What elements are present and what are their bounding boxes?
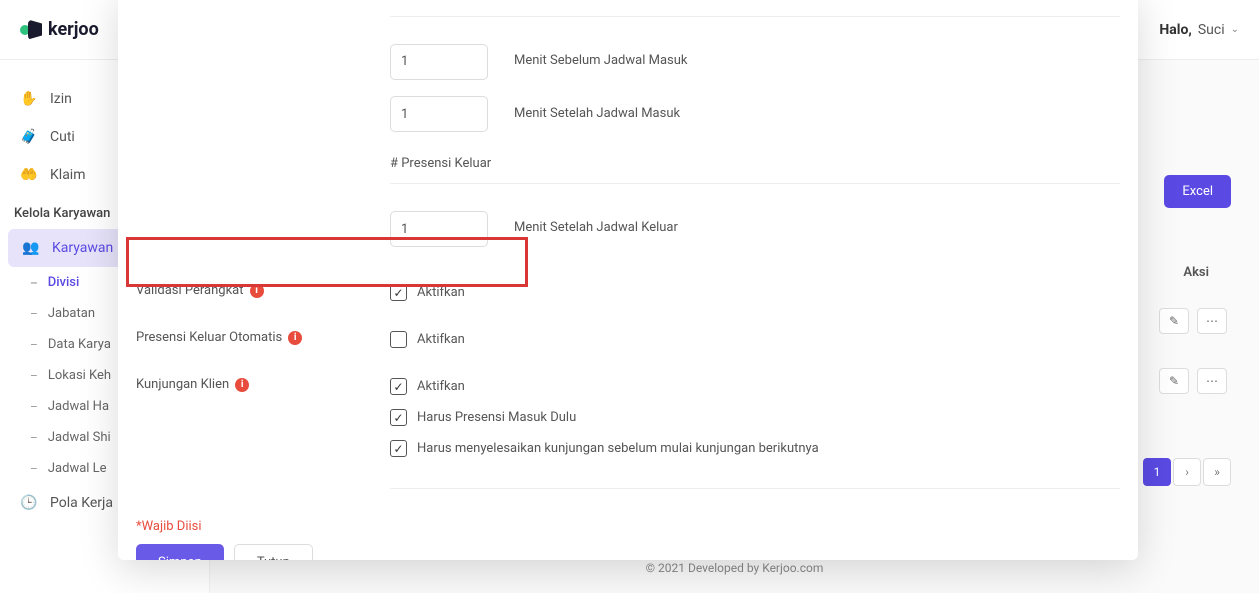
edit-button[interactable]: ✎ [1159, 368, 1189, 394]
presensi-otomatis-aktifkan-label: Aktifkan [417, 332, 465, 347]
pencil-icon: ✎ [1169, 374, 1179, 388]
info-icon: i [288, 331, 302, 345]
briefcase-icon: 🧳 [20, 128, 38, 146]
save-button[interactable]: Simpan [136, 544, 224, 560]
presensi-otomatis-checkbox[interactable] [390, 331, 407, 348]
kunjungan-klien-label: Kunjungan Klien [136, 377, 229, 392]
sidebar-item-label: Karyawan [52, 240, 113, 256]
kunjungan-presensi-dulu-label: Harus Presensi Masuk Dulu [417, 410, 576, 425]
kunjungan-presensi-dulu-checkbox[interactable] [390, 409, 407, 426]
before-masuk-label: Menit Sebelum Jadwal Masuk [514, 43, 688, 79]
table-header-aksi: Aksi [1183, 265, 1209, 280]
hand-coin-icon: 🤲 [20, 166, 38, 184]
kunjungan-selesaikan-label: Harus menyelesaikan kunjungan sebelum mu… [417, 441, 819, 456]
validasi-aktifkan-checkbox[interactable] [390, 284, 407, 301]
greeting-label: Halo, [1159, 22, 1191, 38]
sidebar-sub-label: Lokasi Keh [48, 368, 111, 383]
sidebar-sub-label: Data Karya [48, 337, 111, 352]
kunjungan-aktifkan-checkbox[interactable] [390, 378, 407, 395]
brand-text: kerjoo [48, 19, 99, 40]
more-button[interactable]: ⋯ [1197, 368, 1227, 394]
user-menu[interactable]: Halo, Suci ⌄ [1159, 22, 1239, 38]
sidebar-item-label: Cuti [50, 129, 75, 145]
greeting-name: Suci [1198, 22, 1225, 38]
info-icon: i [250, 284, 264, 298]
dots-icon: ⋯ [1206, 374, 1218, 388]
validasi-aktifkan-label: Aktifkan [417, 285, 465, 300]
after-keluar-input[interactable] [390, 211, 488, 247]
dots-icon: ⋯ [1206, 314, 1218, 328]
page-next[interactable]: › [1173, 458, 1201, 486]
sidebar-item-label: Pola Kerja [50, 495, 113, 511]
sidebar-sub-label: Jadwal Le [48, 461, 107, 476]
pencil-icon: ✎ [1169, 314, 1179, 328]
sidebar-sub-label: Jadwal Shi [48, 430, 111, 445]
table-row-actions: ✎ ⋯ [1159, 368, 1227, 394]
export-excel-button[interactable]: Excel [1164, 175, 1231, 208]
pagination: 1 › » [1143, 458, 1231, 486]
sidebar-sub-label: Divisi [48, 275, 80, 290]
sidebar-sub-label: Jadwal Ha [48, 399, 109, 414]
chevron-down-icon: ⌄ [1231, 24, 1239, 35]
page-last[interactable]: » [1203, 458, 1231, 486]
after-masuk-label: Menit Setelah Jadwal Masuk [514, 96, 680, 132]
kunjungan-selesaikan-checkbox[interactable] [390, 440, 407, 457]
after-keluar-label: Menit Setelah Jadwal Keluar [514, 210, 678, 246]
brand-icon [20, 19, 42, 41]
before-masuk-input[interactable] [390, 44, 488, 80]
page-1[interactable]: 1 [1143, 458, 1171, 486]
presensi-otomatis-label: Presensi Keluar Otomatis [136, 330, 282, 345]
users-icon: 👥 [22, 239, 40, 257]
settings-modal: Menit Sebelum Jadwal Masuk Menit Setelah… [118, 0, 1138, 560]
sidebar-sub-label: Jabatan [48, 306, 95, 321]
required-note: *Wajib Diisi [118, 505, 1138, 544]
sidebar-item-label: Izin [50, 91, 72, 107]
edit-button[interactable]: ✎ [1159, 308, 1189, 334]
presensi-keluar-heading: # Presensi Keluar [390, 148, 1120, 175]
footer-text: © 2021 Developed by Kerjoo.com [646, 561, 824, 575]
clock-icon: 🕒 [20, 494, 38, 512]
hand-icon: ✋ [20, 90, 38, 108]
brand-logo: kerjoo [20, 19, 99, 41]
close-button[interactable]: Tutup [234, 544, 313, 560]
after-masuk-input[interactable] [390, 96, 488, 132]
validasi-perangkat-label: Validasi Perangkat [136, 283, 244, 298]
info-icon: i [235, 378, 249, 392]
sidebar-item-label: Klaim [50, 167, 86, 183]
more-button[interactable]: ⋯ [1197, 308, 1227, 334]
kunjungan-aktifkan-label: Aktifkan [417, 379, 465, 394]
table-row-actions: ✎ ⋯ [1159, 308, 1227, 334]
